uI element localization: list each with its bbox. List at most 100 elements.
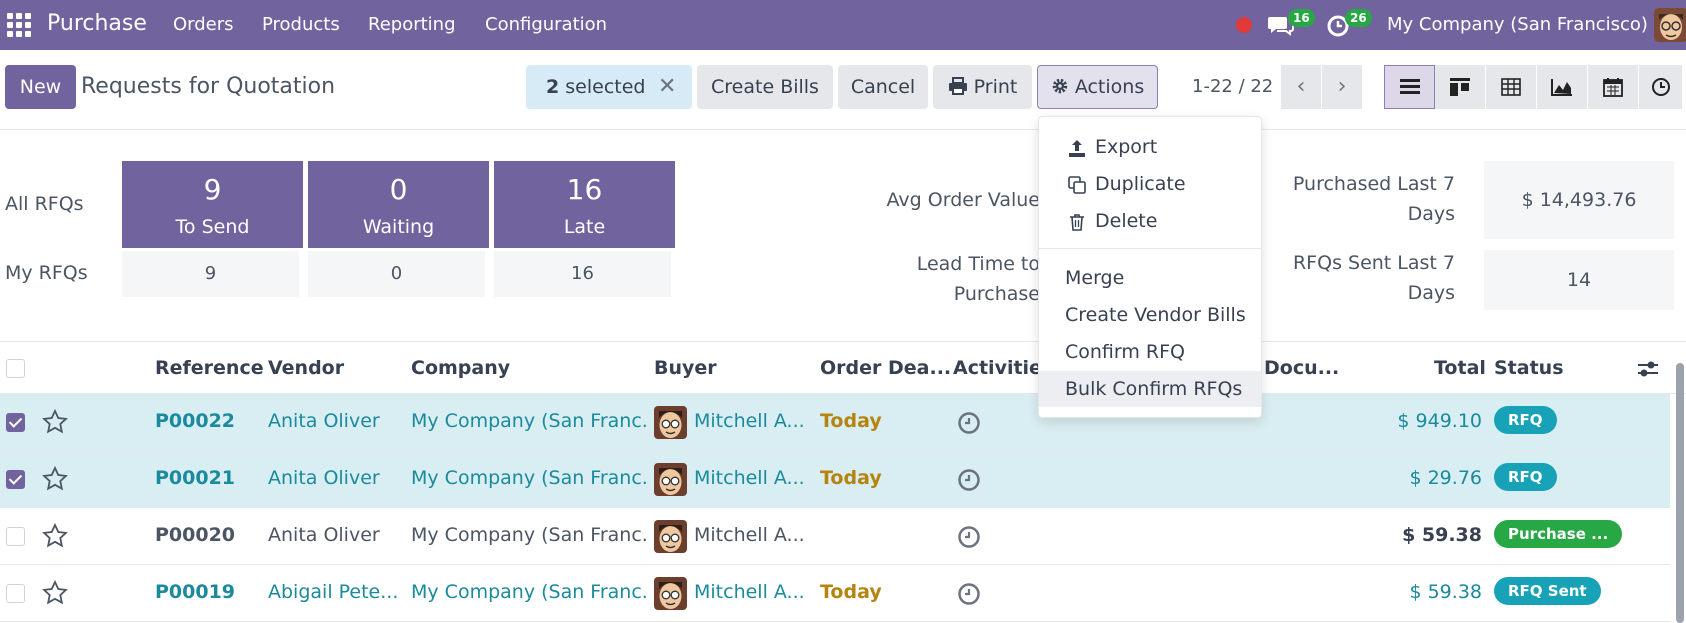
purchased-label-2: Days — [1407, 203, 1455, 225]
optional-columns-icon[interactable] — [1637, 359, 1659, 379]
company-cell: My Company (San Franc... — [411, 467, 646, 489]
menu-bulk-confirm-rfqs[interactable]: Bulk Confirm RFQs — [1039, 371, 1261, 407]
menu-create-vendor-bills[interactable]: Create Vendor Bills — [1039, 297, 1261, 333]
pager-previous-icon[interactable]: ‹ — [1281, 65, 1321, 109]
activity-clock-icon[interactable] — [957, 468, 981, 492]
rfqs-sent-value: 14 — [1484, 250, 1674, 310]
star-icon[interactable] — [41, 465, 69, 493]
star-icon[interactable] — [41, 579, 69, 607]
menu-reporting[interactable]: Reporting — [368, 14, 456, 35]
waiting-value: 0 — [389, 173, 408, 206]
actions-button[interactable]: Actions — [1037, 65, 1158, 109]
activity-clock-icon[interactable] — [957, 411, 981, 435]
to-send-tile[interactable]: 9 To Send — [122, 161, 303, 248]
pager-value[interactable]: 1-22 / 22 — [1192, 76, 1273, 97]
company-cell: My Company (San Franc... — [411, 524, 646, 546]
total-cell: $ 59.38 — [1402, 524, 1482, 546]
clear-selection-icon[interactable]: ✕ — [658, 65, 676, 109]
deadline-cell: Today — [820, 581, 882, 603]
activity-count-badge: 26 — [1345, 9, 1372, 27]
cancel-button[interactable]: Cancel — [838, 65, 928, 109]
menu-products[interactable]: Products — [262, 14, 340, 35]
activity-view-icon[interactable] — [1639, 65, 1683, 109]
row-checkbox[interactable] — [6, 470, 25, 489]
list-scrollbar[interactable] — [1674, 345, 1686, 623]
trash-icon — [1070, 214, 1084, 231]
star-icon[interactable] — [41, 408, 69, 436]
menu-confirm-rfq[interactable]: Confirm RFQ — [1039, 334, 1261, 370]
duplicate-icon — [1068, 176, 1086, 194]
actions-label: Actions — [1074, 76, 1145, 98]
header-reference[interactable]: Reference — [155, 357, 264, 379]
waiting-tile[interactable]: 0 Waiting — [308, 161, 489, 248]
header-buyer[interactable]: Buyer — [654, 357, 717, 379]
vendor-cell: Anita Oliver — [268, 524, 380, 546]
print-button[interactable]: Print — [933, 65, 1032, 109]
total-cell: $ 29.76 — [1409, 467, 1482, 489]
control-panel: New Requests for Quotation 2 selected ✕ … — [0, 50, 1686, 130]
app-name[interactable]: Purchase — [47, 11, 147, 36]
create-bills-button[interactable]: Create Bills — [697, 65, 833, 109]
table-row[interactable]: P00022 Anita Oliver My Company (San Fran… — [0, 394, 1670, 451]
new-button[interactable]: New — [5, 65, 76, 109]
total-cell: $ 59.38 — [1409, 581, 1482, 603]
menu-export[interactable]: Export — [1039, 129, 1261, 165]
kanban-view-icon[interactable] — [1435, 65, 1486, 109]
star-icon[interactable] — [41, 522, 69, 550]
lead-time-label-2: Purchase — [953, 283, 1040, 305]
table-row[interactable]: P00020 Anita Oliver My Company (San Fran… — [0, 508, 1670, 565]
reference-cell: P00021 — [155, 467, 236, 489]
activity-clock-icon[interactable] — [957, 525, 981, 549]
my-late-cell[interactable]: 16 — [494, 251, 671, 297]
vendor-cell: Anita Oliver — [268, 410, 380, 432]
buyer-avatar — [654, 577, 687, 610]
reference-cell: P00020 — [155, 524, 236, 546]
deadline-cell: Today — [820, 410, 882, 432]
menu-merge[interactable]: Merge — [1039, 260, 1261, 296]
late-tile[interactable]: 16 Late — [494, 161, 675, 248]
menu-export-label: Export — [1095, 136, 1158, 158]
buyer-cell: Mitchell A... — [694, 524, 804, 546]
graph-view-icon[interactable] — [1537, 65, 1588, 109]
user-avatar[interactable] — [1654, 8, 1686, 42]
menu-delete-label: Delete — [1095, 210, 1158, 232]
my-to-send-cell[interactable]: 9 — [122, 251, 299, 297]
activity-clock-icon[interactable] — [957, 582, 981, 606]
gear-icon — [1052, 78, 1068, 94]
header-total[interactable]: Total — [1434, 357, 1486, 379]
page-title: Requests for Quotation — [81, 74, 336, 99]
header-status[interactable]: Status — [1494, 357, 1564, 379]
selection-indicator: 2 selected ✕ — [526, 65, 692, 109]
table-header: Reference Vendor Company Buyer Order Dea… — [0, 341, 1686, 394]
row-checkbox[interactable] — [6, 584, 25, 603]
top-navbar: Purchase Orders Products Reporting Confi… — [0, 0, 1686, 50]
pager-next-icon[interactable]: › — [1322, 65, 1362, 109]
header-company[interactable]: Company — [411, 357, 510, 379]
menu-configuration[interactable]: Configuration — [485, 14, 607, 35]
company-cell: My Company (San Franc... — [411, 410, 646, 432]
recording-status-icon[interactable] — [1236, 17, 1252, 33]
all-rfqs-label: All RFQs — [5, 193, 84, 215]
purchased-label-1: Purchased Last 7 — [1292, 173, 1455, 195]
row-checkbox[interactable] — [6, 413, 25, 432]
vendor-cell: Anita Oliver — [268, 467, 380, 489]
menu-delete[interactable]: Delete — [1039, 203, 1261, 239]
menu-orders[interactable]: Orders — [173, 14, 234, 35]
row-checkbox[interactable] — [6, 527, 25, 546]
header-order-deadline[interactable]: Order Dea... — [820, 357, 951, 379]
status-badge: Purchase ... — [1494, 520, 1622, 548]
app-grid-icon[interactable] — [7, 13, 31, 37]
buyer-cell: Mitchell A... — [694, 467, 804, 489]
menu-duplicate[interactable]: Duplicate — [1039, 166, 1261, 202]
list-view-icon[interactable] — [1384, 65, 1435, 109]
select-all-checkbox[interactable] — [6, 359, 25, 378]
header-vendor[interactable]: Vendor — [268, 357, 344, 379]
table-row[interactable]: P00019 Abigail Pete... My Company (San F… — [0, 565, 1670, 622]
my-waiting-cell[interactable]: 0 — [308, 251, 485, 297]
table-row[interactable]: P00021 Anita Oliver My Company (San Fran… — [0, 451, 1670, 508]
calendar-view-icon[interactable] — [1588, 65, 1639, 109]
scrollbar-thumb[interactable] — [1676, 363, 1684, 623]
company-switcher[interactable]: My Company (San Francisco) — [1387, 14, 1648, 35]
pivot-view-icon[interactable] — [1486, 65, 1537, 109]
header-documents[interactable]: Docu... — [1264, 357, 1339, 379]
